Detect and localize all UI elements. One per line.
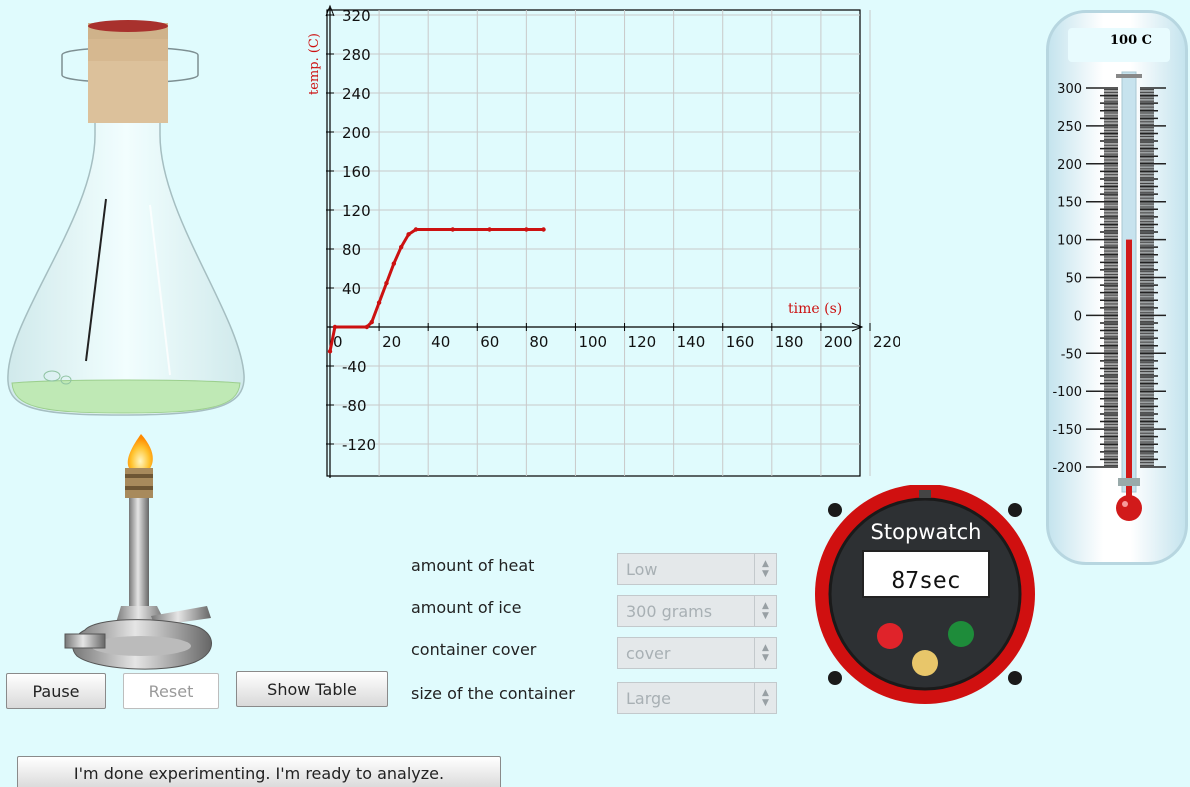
- ice-spinner-icon[interactable]: ▲ ▼: [754, 596, 776, 626]
- y-tick-label: 80: [342, 241, 361, 259]
- y-tick-label: -80: [342, 397, 367, 415]
- temperature-point: [364, 324, 370, 330]
- thermometer-scale-label: -50: [1061, 347, 1082, 362]
- ice-select-value: 300 grams: [626, 601, 713, 621]
- temperature-point: [524, 227, 529, 232]
- temperature-point: [327, 349, 333, 354]
- cover-select-value: cover: [626, 643, 671, 663]
- graph-axes: [325, 4, 864, 478]
- thermometer-scale-label: 0: [1074, 309, 1082, 324]
- y-tick-label: 200: [342, 124, 371, 142]
- temperature-graph: 0 20 40 60 80 100 120 140 160 180 200 220-120-80-40…: [307, 4, 900, 478]
- cover-label: container cover: [411, 640, 537, 659]
- stopwatch-title: Stopwatch: [870, 520, 982, 544]
- size-spinner-icon[interactable]: ▲ ▼: [754, 683, 776, 713]
- temperature-point: [376, 300, 382, 305]
- temperature-point: [391, 261, 397, 266]
- y-tick-label: 120: [342, 202, 371, 220]
- flame-icon: [127, 434, 153, 473]
- thermometer-scale-label: 100: [1057, 234, 1082, 249]
- ice-select[interactable]: 300 grams ▲ ▼: [617, 595, 777, 627]
- y-tick-label: -40: [342, 358, 367, 376]
- stopwatch-yellow-button[interactable]: [912, 650, 938, 676]
- heat-select[interactable]: Low ▲ ▼: [617, 553, 777, 585]
- temperature-point: [413, 227, 419, 232]
- x-tick-label: 140: [677, 333, 706, 351]
- x-tick-label: 220: [873, 333, 900, 351]
- size-select[interactable]: Large ▲ ▼: [617, 682, 777, 714]
- done-experimenting-button[interactable]: I'm done experimenting. I'm ready to ana…: [17, 756, 501, 787]
- x-tick-label: 80: [529, 333, 548, 351]
- thermometer-top-cap: [1116, 74, 1142, 78]
- size-select-value: Large: [626, 688, 672, 708]
- temperature-point: [541, 227, 546, 232]
- thermometer-bulb-cap: [1118, 478, 1140, 486]
- temperature-point: [369, 319, 374, 325]
- temperature-point: [406, 232, 411, 237]
- y-tick-label: 160: [342, 163, 371, 181]
- thermometer-bulb: [1116, 495, 1142, 521]
- y-tick-label: -120: [342, 436, 376, 454]
- ice-label: amount of ice: [411, 598, 522, 617]
- thermometer-scale-label: 300: [1057, 82, 1082, 97]
- thermometer-bulb-shine: [1122, 501, 1128, 507]
- x-tick-label: 20: [382, 333, 401, 351]
- x-tick-label: 100: [578, 333, 607, 351]
- thermometer-scale-label: -150: [1052, 423, 1082, 438]
- temperature-point: [487, 227, 492, 232]
- thermometer-scale-label: -100: [1052, 385, 1082, 400]
- thermometer-scale: 300 250 200 150 100 50 0 -50 -100 -150 -200: [1052, 71, 1166, 521]
- x-tick-label: 120: [628, 333, 657, 351]
- stopwatch-green-button[interactable]: [948, 621, 974, 647]
- y-tick-label: 240: [342, 85, 371, 103]
- heat-spinner-icon[interactable]: ▲ ▼: [754, 554, 776, 584]
- y-tick-label: 320: [342, 7, 371, 25]
- y-tick-label: 280: [342, 46, 371, 64]
- bunsen-burner-icon: [64, 434, 212, 670]
- cover-spinner-icon[interactable]: ▲ ▼: [754, 638, 776, 668]
- temperature-point: [384, 280, 389, 286]
- thermometer-reading: 100 C: [1110, 33, 1153, 48]
- show-table-button[interactable]: Show Table: [236, 671, 388, 707]
- x-tick-label: 200: [824, 333, 853, 351]
- pause-button[interactable]: Pause: [6, 673, 106, 709]
- stopwatch-display: 87sec: [862, 550, 990, 598]
- y-tick-label: 40: [342, 280, 361, 298]
- temperature-point: [332, 324, 338, 330]
- erlenmeyer-flask-icon: [7, 20, 245, 416]
- stopwatch-red-button[interactable]: [877, 623, 903, 649]
- thermometer-scale-label: 200: [1057, 158, 1082, 173]
- thermometer-scale-label: 150: [1057, 196, 1082, 211]
- cover-select[interactable]: cover ▲ ▼: [617, 637, 777, 669]
- x-tick-label: 180: [775, 333, 804, 351]
- temperature-point: [398, 244, 404, 250]
- thermometer-mercury: [1126, 239, 1132, 500]
- x-tick-label: 40: [431, 333, 450, 351]
- graph-x-label: time (s): [788, 301, 842, 317]
- size-label: size of the container: [411, 684, 575, 703]
- reset-button[interactable]: Reset: [123, 673, 219, 709]
- heat-select-value: Low: [626, 559, 658, 579]
- x-tick-label: 60: [480, 333, 499, 351]
- thermometer-scale-label: 250: [1057, 120, 1082, 135]
- thermometer-scale-label: 50: [1065, 272, 1082, 287]
- heat-label: amount of heat: [411, 556, 535, 575]
- graph-frame: [326, 9, 861, 477]
- graph-grid: [327, 10, 871, 476]
- x-tick-label: 160: [726, 333, 755, 351]
- graph-y-label: temp. (C): [307, 33, 322, 95]
- temperature-point: [450, 227, 455, 232]
- thermometer-scale-label: -200: [1052, 461, 1082, 476]
